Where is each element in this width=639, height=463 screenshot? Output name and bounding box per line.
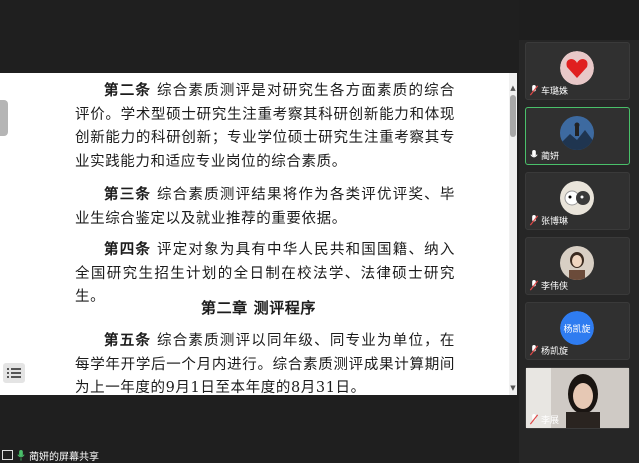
participant-name-row: 杨凯旋 <box>529 344 569 357</box>
participant-name-row: 车璐姝 <box>529 84 569 97</box>
participant-name-row: 李伟侠 <box>529 279 569 292</box>
document-scrollbar[interactable]: ▲ ▼ <box>509 73 517 395</box>
participant-name: 李伟侠 <box>541 281 569 292</box>
mic-muted-icon <box>529 279 539 290</box>
screen-share-label: 蔺妍的屏幕共享 <box>0 447 101 463</box>
article-number: 第三条 <box>104 186 152 203</box>
list-menu-button[interactable] <box>3 363 25 383</box>
mountain-person-avatar-icon <box>560 116 594 150</box>
mic-muted-icon <box>529 214 539 225</box>
participant-name-row: 李展 <box>529 413 560 426</box>
chapter-heading: 第二章 测评程序 <box>200 299 317 317</box>
participant-tile[interactable]: 杨凯旋 杨凯旋 <box>525 302 630 360</box>
participant-name: 张博琳 <box>541 216 569 227</box>
participant-panel: 车璐姝 蔺妍 张博琳 李伟侠 杨凯旋 杨凯旋 李展 <box>519 0 639 463</box>
participant-name: 车璐姝 <box>541 86 569 97</box>
paragraph-article-3: 第三条 综合素质测评结果将作为各类评优评奖、毕业生综合鉴定以及就业推荐的重要依据… <box>75 183 455 231</box>
mic-muted-icon <box>529 84 539 95</box>
mic-icon <box>17 449 25 461</box>
panel-header <box>519 0 639 40</box>
mic-muted-icon <box>529 413 539 424</box>
participant-video-tile[interactable]: 李展 <box>525 367 630 429</box>
scroll-up-icon[interactable]: ▲ <box>509 83 517 93</box>
document-page: 第二条 综合素质测评是对研究生各方面素质的综合评价。学术型硕士研究生注重考察其科… <box>0 73 517 395</box>
paragraph-article-5: 第五条 综合素质测评以同年级、同专业为单位，在每学年开学后一个月内进行。综合素质… <box>75 329 455 395</box>
text-avatar: 杨凯旋 <box>560 311 594 345</box>
animal-avatar-icon <box>560 181 594 215</box>
scroll-down-icon[interactable]: ▼ <box>509 383 517 393</box>
participant-tile[interactable]: 张博琳 <box>525 172 630 230</box>
participant-name-row: 张博琳 <box>529 214 569 227</box>
list-icon <box>7 368 21 378</box>
participant-name: 蔺妍 <box>541 151 560 162</box>
share-screen-icon <box>2 450 13 460</box>
article-number: 第四条 <box>104 241 152 258</box>
scroll-thumb[interactable] <box>510 95 516 137</box>
participant-tile-active[interactable]: 蔺妍 <box>525 107 630 165</box>
paragraph-article-2: 第二条 综合素质测评是对研究生各方面素质的综合评价。学术型硕士研究生注重考察其科… <box>75 79 455 174</box>
side-panel-handle[interactable] <box>0 100 8 136</box>
participant-name-row: 蔺妍 <box>529 149 560 162</box>
red-heart-avatar-icon <box>560 51 594 85</box>
mic-icon <box>530 149 538 157</box>
participant-tile[interactable]: 车璐姝 <box>525 42 630 100</box>
participant-name: 李展 <box>541 415 560 426</box>
participant-name: 杨凯旋 <box>541 346 569 357</box>
shared-screen: 第二条 综合素质测评是对研究生各方面素质的综合评价。学术型硕士研究生注重考察其科… <box>0 0 519 463</box>
photo-avatar-icon <box>560 246 594 280</box>
share-label-text: 蔺妍的屏幕共享 <box>29 451 99 463</box>
article-number: 第五条 <box>104 332 152 349</box>
article-number: 第二条 <box>104 82 152 99</box>
mic-muted-icon <box>529 344 539 355</box>
avatar-initials: 杨凯旋 <box>560 311 594 345</box>
participant-tile[interactable]: 李伟侠 <box>525 237 630 295</box>
